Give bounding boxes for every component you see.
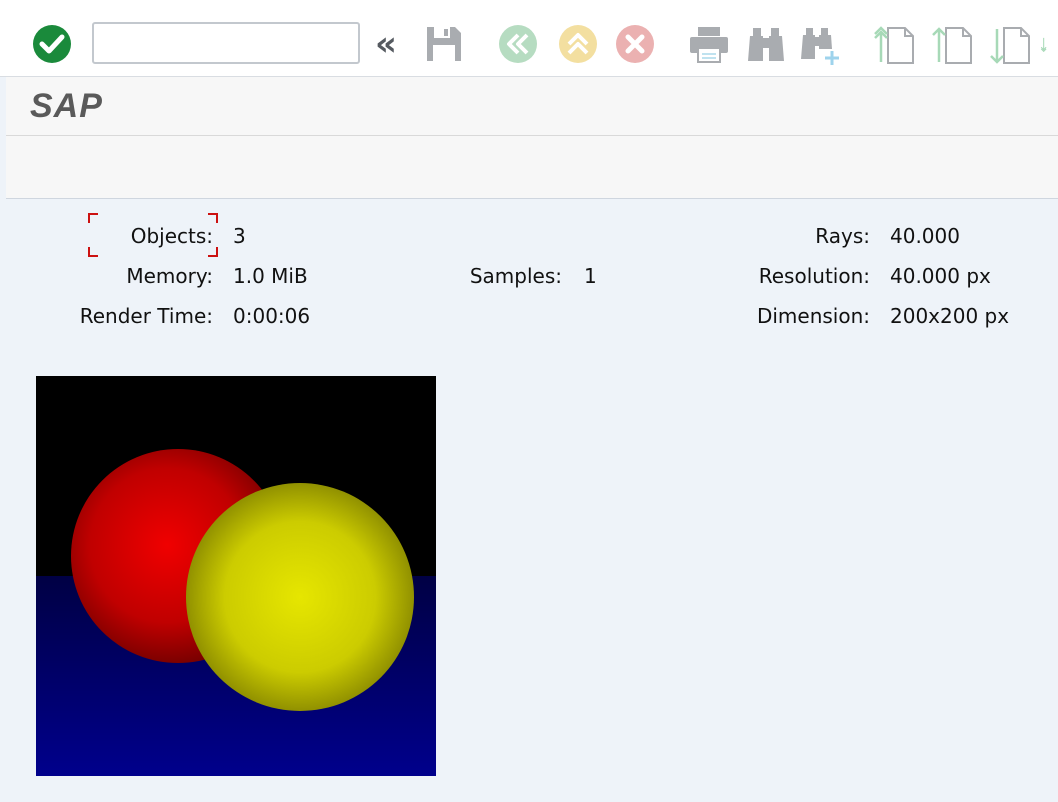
objects-label: Objects: <box>130 224 213 248</box>
page-down-double-icon <box>1040 37 1047 53</box>
print-button[interactable] <box>688 24 730 64</box>
command-field[interactable] <box>92 22 360 64</box>
back-icon <box>499 25 537 63</box>
print-icon <box>690 27 728 63</box>
exit-button[interactable] <box>558 24 598 64</box>
collapse-command-field-button[interactable]: « <box>370 24 402 64</box>
next-page-button[interactable] <box>988 22 1032 66</box>
enter-button[interactable] <box>32 24 72 64</box>
memory-value[interactable]: 1.0 MiB <box>233 264 308 288</box>
cancel-button[interactable] <box>615 24 655 64</box>
system-toolbar: « <box>0 0 1058 77</box>
page-up-icon <box>932 27 972 64</box>
focus-corner <box>208 247 218 257</box>
focus-corner <box>88 247 98 257</box>
objects-value[interactable]: 3 <box>233 224 246 248</box>
focus-corner <box>208 213 218 223</box>
resolution-label: Resolution: <box>758 264 870 288</box>
find-button[interactable] <box>745 24 787 64</box>
yellow-sphere <box>186 483 414 711</box>
resolution-value[interactable]: 40.000 px <box>890 264 991 288</box>
render-time-value[interactable]: 0:00:06 <box>233 304 310 328</box>
title-bar: SAP <box>6 77 1058 136</box>
first-page-button[interactable] <box>872 22 916 66</box>
exit-icon <box>559 25 597 63</box>
cancel-icon <box>616 25 654 63</box>
render-output-image <box>36 376 436 776</box>
find-next-button[interactable] <box>800 24 842 66</box>
content-area: Objects: 3 Memory: 1.0 MiB Render Time: … <box>6 199 1058 802</box>
last-page-button[interactable] <box>1040 22 1058 66</box>
rays-label: Rays: <box>815 224 870 248</box>
binoculars-plus-icon <box>801 28 839 65</box>
previous-page-button[interactable] <box>930 22 974 66</box>
sap-window: « SAP Objects: 3 Memory: 1.0 MiB Render … <box>0 0 1058 802</box>
page-up-double-icon <box>874 26 914 64</box>
save-button[interactable] <box>424 24 464 64</box>
binoculars-icon <box>748 28 784 61</box>
dimension-label: Dimension: <box>756 304 870 328</box>
samples-value[interactable]: 1 <box>584 264 597 288</box>
memory-label: Memory: <box>126 264 213 288</box>
page-down-icon <box>990 27 1030 64</box>
back-button[interactable] <box>498 24 538 64</box>
dimension-value[interactable]: 200x200 px <box>890 304 1009 328</box>
render-time-label: Render Time: <box>79 304 213 328</box>
application-toolbar <box>6 136 1058 199</box>
save-icon <box>427 27 461 61</box>
checkmark-icon <box>33 25 71 63</box>
rays-value[interactable]: 40.000 <box>890 224 960 248</box>
focus-corner <box>88 213 98 223</box>
app-title: SAP <box>30 87 103 125</box>
samples-label: Samples: <box>469 264 562 288</box>
